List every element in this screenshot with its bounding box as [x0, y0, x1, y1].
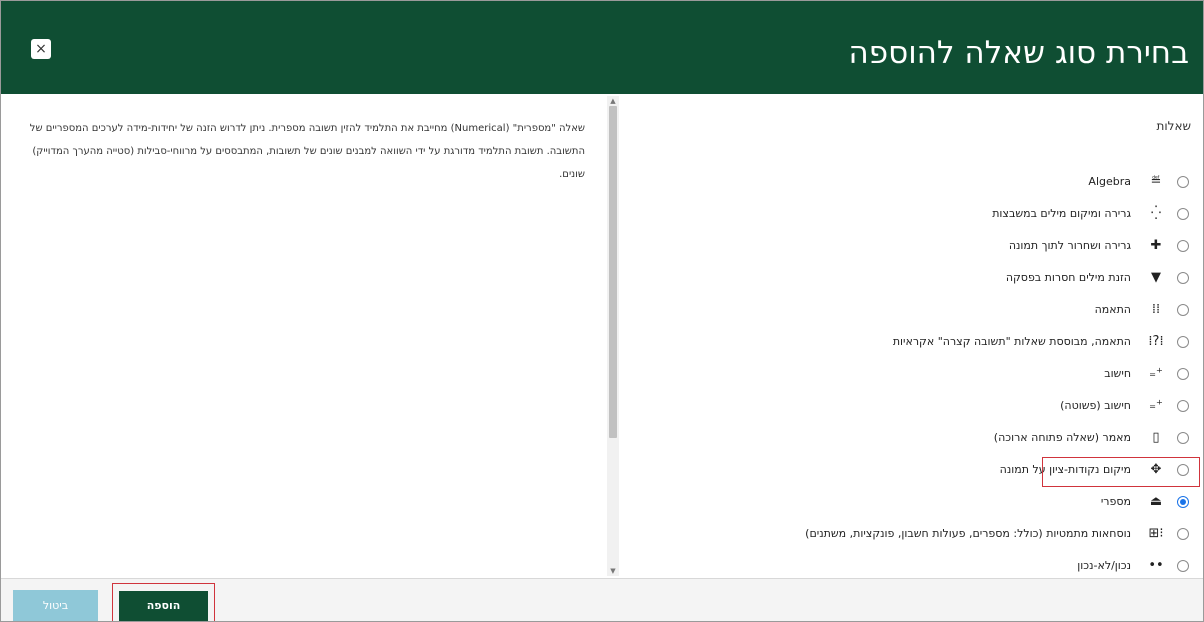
true-false-icon: ••: [1148, 558, 1164, 573]
question-option-radio[interactable]: [1177, 496, 1189, 508]
question-option-label: חישוב: [1104, 367, 1131, 380]
question-option-label: הזנת מילים חסרות בפסקה: [1005, 271, 1131, 284]
question-option-label: גרירה ומיקום מילים במשבצות: [992, 207, 1131, 220]
question-option[interactable]: ✥ מיקום נקודות-ציון על תמונה: [621, 454, 1203, 486]
question-option[interactable]: ⏏ מספרי: [621, 486, 1203, 518]
question-option-label: מאמר (שאלה פתוחה ארוכה): [993, 431, 1131, 444]
question-option-label: התאמה, מבוססת שאלות "תשובה קצרה" אקראיות: [892, 335, 1131, 348]
question-option-radio[interactable]: [1177, 368, 1189, 380]
question-option-radio[interactable]: [1177, 208, 1189, 220]
numerical-icon: ⏏: [1149, 494, 1163, 509]
question-option-label: חישוב (פשוטה): [1060, 399, 1131, 412]
dialog-header: בחירת סוג שאלה להוספה ×: [1, 1, 1203, 94]
scroll-up-icon[interactable]: ▲: [607, 96, 619, 106]
question-option[interactable]: ⁺₌ חישוב (פשוטה): [621, 390, 1203, 422]
close-icon: ×: [35, 41, 47, 57]
question-option-label: מספרי: [1100, 495, 1131, 508]
question-option[interactable]: ⁛ גרירה ומיקום מילים במשבצות: [621, 198, 1203, 230]
drag-drop-words-icon: ⁛: [1150, 206, 1162, 221]
drag-drop-image-icon: ✚: [1150, 238, 1162, 253]
question-option[interactable]: ≝ Algebra: [621, 166, 1203, 198]
calculated-simple-icon: ⁺₌: [1149, 398, 1163, 413]
question-option-label: נכון/לא-נכון: [1077, 559, 1131, 572]
description-panel: שאלה "מספרית" (Numerical) מחייבת את התלמ…: [1, 94, 605, 578]
question-option-radio[interactable]: [1177, 432, 1189, 444]
algebra-icon: ≝: [1150, 174, 1162, 189]
question-option-label: Algebra: [1088, 175, 1131, 188]
list-scrollbar[interactable]: ▲ ▼: [607, 96, 619, 576]
question-option-radio[interactable]: [1177, 464, 1189, 476]
formulas-icon: ⁝⊞: [1148, 526, 1164, 541]
question-option-label: נוסחאות מתמטיות (כולל: מספרים, פעולות חש…: [805, 527, 1131, 540]
question-option-radio[interactable]: [1177, 176, 1189, 188]
essay-icon: ▯: [1152, 430, 1160, 445]
question-option[interactable]: ⁺₌ חישוב: [621, 358, 1203, 390]
question-option-radio[interactable]: [1177, 304, 1189, 316]
question-option-radio[interactable]: [1177, 528, 1189, 540]
cancel-button[interactable]: ביטול: [13, 590, 98, 621]
random-matching-icon: ⁞?⁞: [1148, 334, 1164, 349]
section-title-questions: שאלות: [1156, 119, 1192, 133]
drag-drop-markers-icon: ✥: [1150, 462, 1162, 477]
question-type-list: שאלות ≝ Algebra ⁛ גרירה ומיקום מילים במשבצו…: [621, 94, 1203, 578]
question-option-label: מיקום נקודות-ציון על תמונה: [999, 463, 1131, 476]
calculated-icon: ⁺₌: [1149, 366, 1163, 381]
question-option[interactable]: ▼ הזנת מילים חסרות בפסקה: [621, 262, 1203, 294]
close-button[interactable]: ×: [31, 39, 51, 59]
question-option[interactable]: ✚ גרירה ושחרור לתוך תמונה: [621, 230, 1203, 262]
dialog-title: בחירת סוג שאלה להוספה: [848, 35, 1190, 71]
question-type-description: שאלה "מספרית" (Numerical) מחייבת את התלמ…: [29, 123, 585, 180]
add-button[interactable]: הוספה: [119, 591, 208, 621]
question-option-radio[interactable]: [1177, 240, 1189, 252]
matching-icon: ⁞⁞: [1151, 302, 1161, 317]
question-option[interactable]: ⁞⁞ התאמה: [621, 294, 1203, 326]
dropdown-arrow-icon: ▼: [1151, 270, 1161, 285]
question-option-label: גרירה ושחרור לתוך תמונה: [1008, 239, 1131, 252]
question-option-radio[interactable]: [1177, 272, 1189, 284]
dialog-body: שאלות ≝ Algebra ⁛ גרירה ומיקום מילים במשבצו…: [1, 94, 1203, 578]
question-type-dialog: בחירת סוג שאלה להוספה × שאלות ≝ Algebra ⁛ ג…: [0, 0, 1204, 622]
scrollbar-thumb[interactable]: [609, 106, 617, 438]
question-option-label: התאמה: [1094, 303, 1131, 316]
dialog-footer: ביטול הוספה: [1, 578, 1203, 621]
question-option[interactable]: ⁝⊞ נוסחאות מתמטיות (כולל: מספרים, פעולות …: [621, 518, 1203, 550]
question-option-radio[interactable]: [1177, 336, 1189, 348]
question-option[interactable]: ▯ מאמר (שאלה פתוחה ארוכה): [621, 422, 1203, 454]
question-option-radio[interactable]: [1177, 400, 1189, 412]
question-option[interactable]: ⁞?⁞ התאמה, מבוססת שאלות "תשובה קצרה" אקרא…: [621, 326, 1203, 358]
question-option-radio[interactable]: [1177, 560, 1189, 572]
question-option[interactable]: •• נכון/לא-נכון: [621, 550, 1203, 578]
scroll-down-icon[interactable]: ▼: [607, 566, 619, 576]
